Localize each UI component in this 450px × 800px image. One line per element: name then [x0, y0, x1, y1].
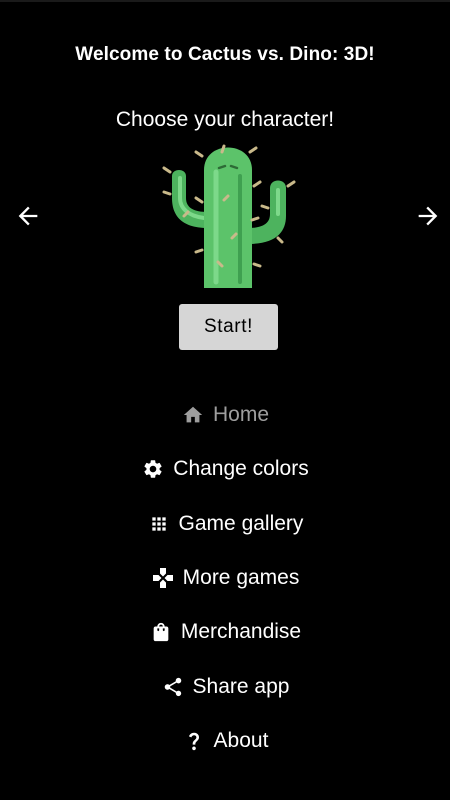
- menu-item-label: Share app: [192, 674, 290, 698]
- start-button[interactable]: Start!: [179, 304, 278, 350]
- previous-character-button[interactable]: [14, 202, 42, 230]
- status-bar-divider: [0, 0, 450, 2]
- menu-item-label: Merchandise: [180, 620, 302, 644]
- menu-item-home[interactable]: Home: [0, 388, 450, 442]
- menu-item-label: Home: [212, 403, 270, 427]
- menu-item-game-gallery[interactable]: Game gallery: [0, 497, 450, 551]
- navigation-menu: Home Change colors Game gallery More gam…: [0, 388, 450, 768]
- next-character-button[interactable]: [414, 202, 442, 230]
- page-title: Welcome to Cactus vs. Dino: 3D!: [75, 44, 375, 65]
- arrow-right-icon: [418, 206, 438, 226]
- character-preview-cactus: [158, 142, 298, 290]
- grid-icon: [147, 512, 171, 536]
- arrow-left-icon: [18, 206, 38, 226]
- menu-item-label: Game gallery: [178, 511, 304, 535]
- menu-item-share-app[interactable]: Share app: [0, 659, 450, 713]
- menu-item-merchandise[interactable]: Merchandise: [0, 605, 450, 659]
- cactus-character: [162, 144, 296, 288]
- question-mark-icon: [182, 729, 206, 753]
- shopping-bag-icon: [149, 620, 173, 644]
- gamepad-icon: [151, 566, 175, 590]
- menu-item-more-games[interactable]: More games: [0, 551, 450, 605]
- menu-item-label: More games: [182, 566, 300, 590]
- character-prompt: Choose your character!: [115, 108, 335, 131]
- menu-item-label: Change colors: [173, 457, 309, 481]
- share-icon: [161, 675, 185, 699]
- menu-item-about[interactable]: About: [0, 714, 450, 768]
- gear-icon: [141, 457, 165, 481]
- menu-item-change-colors[interactable]: Change colors: [0, 442, 450, 496]
- home-icon: [181, 403, 205, 427]
- menu-item-label: About: [213, 728, 269, 752]
